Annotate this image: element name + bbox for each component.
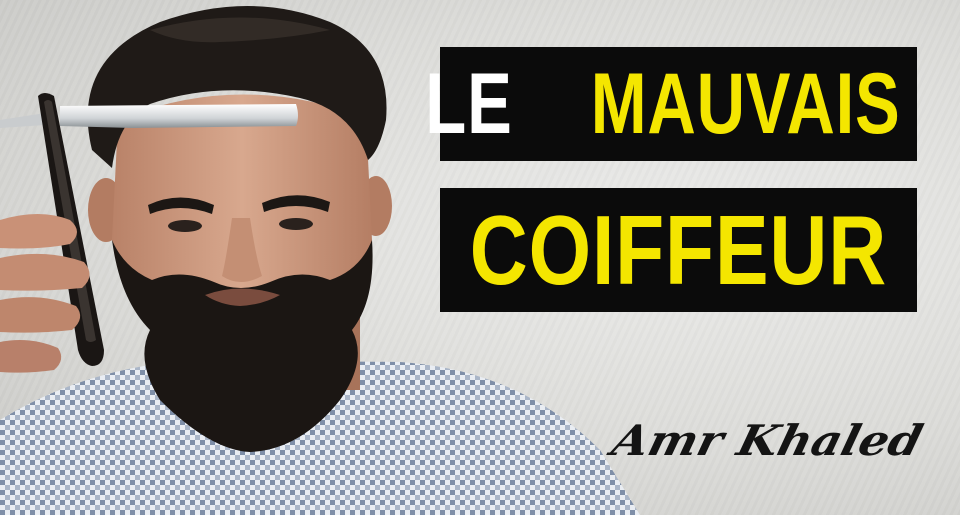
title-word-mauvais: MAUVAIS bbox=[590, 56, 901, 152]
title-banner-line2: COIFFEUR bbox=[440, 188, 917, 312]
title-word-coiffeur: COIFFEUR bbox=[469, 195, 888, 305]
title-word-le: LE bbox=[425, 56, 513, 152]
title-banner-line1: LE MAUVAIS bbox=[425, 47, 917, 161]
author-signature: Amr Khaled bbox=[607, 416, 928, 465]
